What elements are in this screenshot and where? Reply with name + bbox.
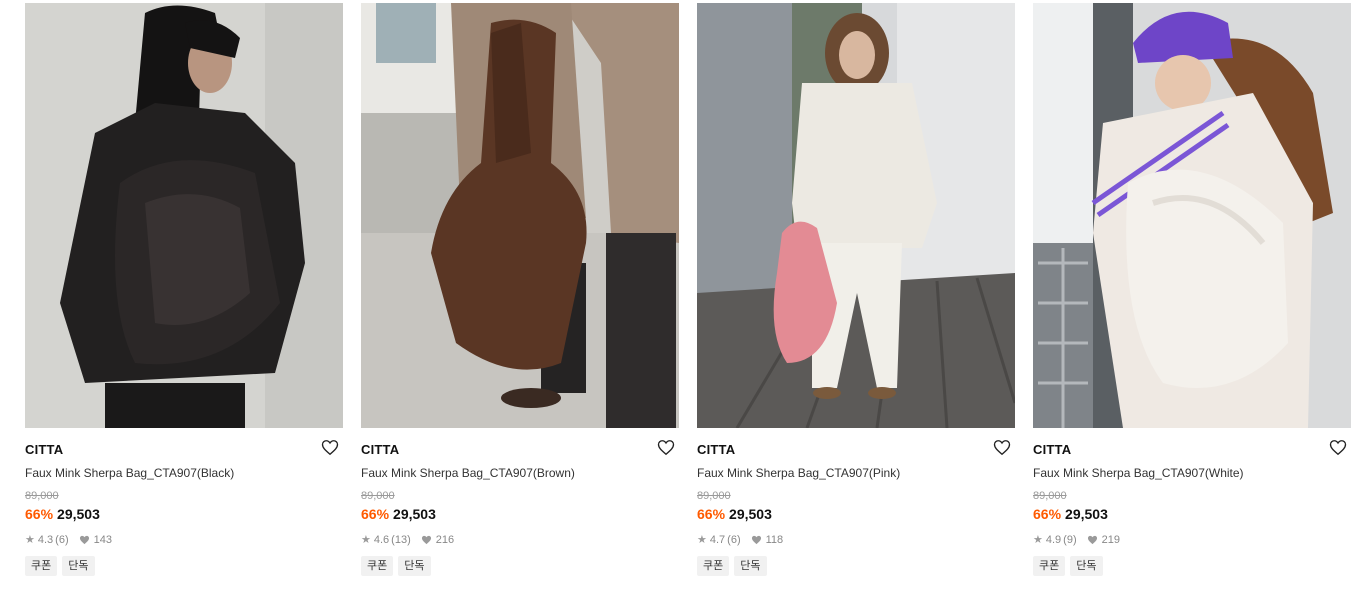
heart-outline-icon — [321, 440, 339, 456]
product-image[interactable] — [361, 3, 679, 428]
product-card[interactable]: CITTA Faux Mink Sherpa Bag_CTA907(Black)… — [25, 3, 343, 576]
heart-filled-icon — [1087, 535, 1097, 545]
sale-price: 29,503 — [393, 506, 436, 522]
discount-rate: 66% — [1033, 506, 1062, 522]
product-photo-white — [1033, 3, 1351, 428]
tag-list: 쿠폰 단독 — [1033, 556, 1351, 576]
rating-value: 4.3 — [37, 534, 54, 546]
discount-rate: 66% — [361, 506, 390, 522]
review-count: (6) — [727, 534, 741, 546]
tag-coupon[interactable]: 쿠폰 — [697, 556, 730, 576]
product-card[interactable]: CITTA Faux Mink Sherpa Bag_CTA907(White)… — [1033, 3, 1351, 576]
product-info: CITTA Faux Mink Sherpa Bag_CTA907(Pink) … — [697, 428, 1015, 576]
wishlist-button[interactable] — [1329, 439, 1349, 457]
product-brand[interactable]: CITTA — [697, 442, 1015, 458]
product-card[interactable]: CITTA Faux Mink Sherpa Bag_CTA907(Brown)… — [361, 3, 679, 576]
price-row: 66% 29,503 — [1033, 506, 1351, 523]
rating-value: 4.7 — [709, 534, 726, 546]
price-row: 66% 29,503 — [25, 506, 343, 523]
product-stats: ★ 4.7 (6) 118 — [697, 533, 1015, 547]
heart-filled-icon — [751, 535, 761, 545]
product-stats: ★ 4.9 (9) 219 — [1033, 533, 1351, 547]
tag-coupon[interactable]: 쿠폰 — [1033, 556, 1066, 576]
product-image[interactable] — [697, 3, 1015, 428]
product-name[interactable]: Faux Mink Sherpa Bag_CTA907(White) — [1033, 466, 1351, 481]
product-brand[interactable]: CITTA — [1033, 442, 1351, 458]
product-name[interactable]: Faux Mink Sherpa Bag_CTA907(Black) — [25, 466, 343, 481]
star-icon: ★ — [697, 534, 707, 546]
product-info: CITTA Faux Mink Sherpa Bag_CTA907(White)… — [1033, 428, 1351, 576]
product-photo-black — [25, 3, 343, 428]
original-price: 89,000 — [1033, 490, 1067, 502]
discount-rate: 66% — [697, 506, 726, 522]
tag-coupon[interactable]: 쿠폰 — [25, 556, 58, 576]
product-image[interactable] — [25, 3, 343, 428]
wishlist-button[interactable] — [657, 439, 677, 457]
tag-exclusive[interactable]: 단독 — [1070, 556, 1103, 576]
review-count: (9) — [1063, 534, 1077, 546]
price-row: 66% 29,503 — [697, 506, 1015, 523]
tag-exclusive[interactable]: 단독 — [734, 556, 767, 576]
product-brand[interactable]: CITTA — [25, 442, 343, 458]
sale-price: 29,503 — [1065, 506, 1108, 522]
original-price: 89,000 — [25, 490, 59, 502]
product-stats: ★ 4.3 (6) 143 — [25, 533, 343, 547]
sale-price: 29,503 — [729, 506, 772, 522]
tag-list: 쿠폰 단독 — [361, 556, 679, 576]
original-price: 89,000 — [697, 490, 731, 502]
star-icon: ★ — [1033, 534, 1043, 546]
tag-list: 쿠폰 단독 — [25, 556, 343, 576]
review-count: (6) — [55, 534, 69, 546]
product-info: CITTA Faux Mink Sherpa Bag_CTA907(Black)… — [25, 428, 343, 576]
like-count: 118 — [765, 534, 784, 546]
star-icon: ★ — [25, 534, 35, 546]
product-stats: ★ 4.6 (13) 216 — [361, 533, 679, 547]
heart-filled-icon — [421, 535, 431, 545]
tag-exclusive[interactable]: 단독 — [398, 556, 431, 576]
star-icon: ★ — [361, 534, 371, 546]
product-info: CITTA Faux Mink Sherpa Bag_CTA907(Brown)… — [361, 428, 679, 576]
review-count: (13) — [391, 534, 411, 546]
wishlist-button[interactable] — [321, 439, 341, 457]
like-count: 143 — [93, 534, 112, 546]
heart-outline-icon — [1329, 440, 1347, 456]
heart-outline-icon — [657, 440, 675, 456]
product-name[interactable]: Faux Mink Sherpa Bag_CTA907(Brown) — [361, 466, 679, 481]
price-row: 66% 29,503 — [361, 506, 679, 523]
heart-outline-icon — [993, 440, 1011, 456]
heart-filled-icon — [79, 535, 89, 545]
tag-list: 쿠폰 단독 — [697, 556, 1015, 576]
product-photo-pink — [697, 3, 1015, 428]
product-card[interactable]: CITTA Faux Mink Sherpa Bag_CTA907(Pink) … — [697, 3, 1015, 576]
tag-coupon[interactable]: 쿠폰 — [361, 556, 394, 576]
original-price: 89,000 — [361, 490, 395, 502]
product-grid: CITTA Faux Mink Sherpa Bag_CTA907(Black)… — [0, 0, 1364, 593]
product-name[interactable]: Faux Mink Sherpa Bag_CTA907(Pink) — [697, 466, 1015, 481]
sale-price: 29,503 — [57, 506, 100, 522]
rating-value: 4.6 — [373, 534, 390, 546]
product-photo-brown — [361, 3, 679, 428]
tag-exclusive[interactable]: 단독 — [62, 556, 95, 576]
rating-value: 4.9 — [1045, 534, 1062, 546]
discount-rate: 66% — [25, 506, 54, 522]
wishlist-button[interactable] — [993, 439, 1013, 457]
product-brand[interactable]: CITTA — [361, 442, 679, 458]
like-count: 219 — [1101, 534, 1120, 546]
like-count: 216 — [435, 534, 455, 546]
product-image[interactable] — [1033, 3, 1351, 428]
